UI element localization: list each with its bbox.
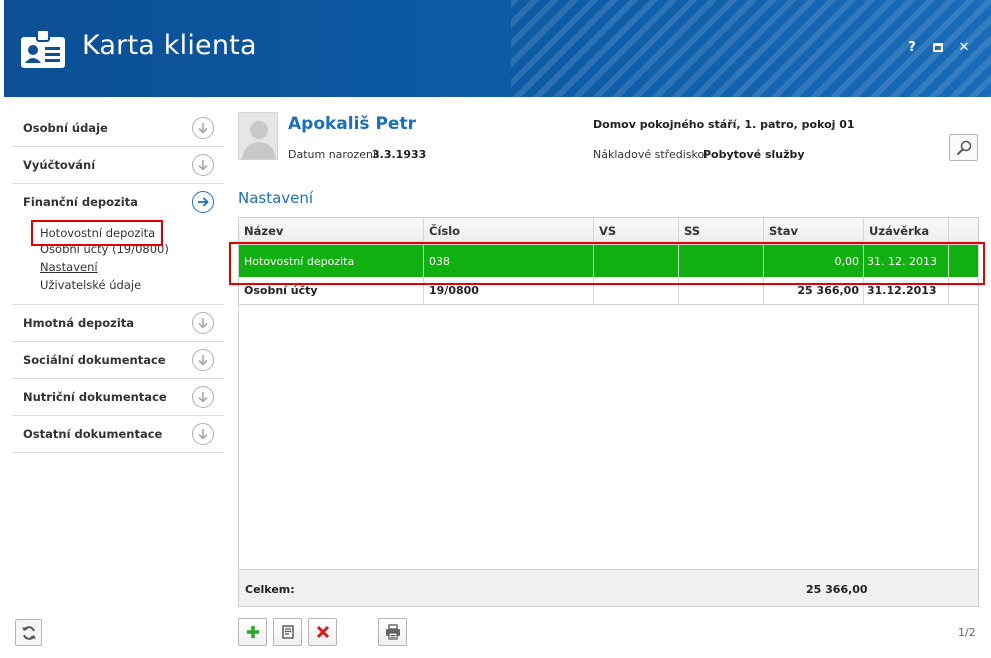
sidebar-item-label: Hmotná depozita	[23, 316, 135, 330]
column-header-cislo[interactable]: Číslo	[424, 218, 594, 244]
search-button[interactable]	[949, 134, 978, 161]
sidebar-item-osobni-udaje[interactable]: Osobní údaje	[12, 110, 224, 146]
sub-item-hotovostni-depozita[interactable]: Hotovostní depozita	[31, 220, 164, 246]
delete-x-icon	[316, 625, 329, 639]
sidebar-section-ostatni-dokumentace: Ostatní dokumentace	[12, 416, 224, 453]
table-footer: Celkem: 25 366,00	[239, 569, 978, 606]
maximize-icon	[933, 43, 943, 52]
sidebar-section-socialni-dokumentace: Sociální dokumentace	[12, 342, 224, 379]
cell-uzaverka: 31. 12. 2013	[864, 245, 949, 277]
sidebar-item-label: Ostatní dokumentace	[23, 427, 163, 441]
column-header-empty	[949, 218, 978, 244]
cost-center-value: Pobytové služby	[703, 148, 805, 161]
column-header-stav[interactable]: Stav	[764, 218, 864, 244]
cell-stav: 25 366,00	[764, 277, 864, 304]
search-icon	[956, 140, 971, 155]
client-name: Apokališ Petr	[288, 114, 416, 134]
table-row[interactable]: Osobní účty 19/0800 25 366,00 31.12.2013	[239, 277, 978, 305]
cell-cislo: 19/0800	[424, 277, 594, 304]
plus-icon	[246, 626, 259, 638]
expand-down-icon[interactable]	[192, 349, 214, 371]
sidebar-item-label: Finanční depozita	[23, 195, 138, 209]
sidebar-item-label: Vyúčtování	[23, 158, 96, 172]
sidebar-section-financni-depozita: Finanční depozita Hotovostní depozita Os…	[12, 184, 224, 305]
expand-down-icon[interactable]	[192, 423, 214, 445]
sidebar-item-ostatni-dokumentace[interactable]: Ostatní dokumentace	[12, 416, 224, 452]
sidebar-item-nutricni-dokumentace[interactable]: Nutriční dokumentace	[12, 379, 224, 415]
column-header-uzaverka[interactable]: Uzávěrka	[864, 218, 949, 244]
client-address: Domov pokojného stáří, 1. patro, pokoj 0…	[593, 118, 855, 131]
table-row[interactable]: Hotovostní depozita 038 0,00 31. 12. 201…	[239, 245, 978, 277]
sidebar-section-hmotna-depozita: Hmotná depozita	[12, 305, 224, 342]
expand-down-icon[interactable]	[192, 312, 214, 334]
sidebar-item-label: Osobní údaje	[23, 121, 108, 135]
person-silhouette-icon	[242, 121, 276, 159]
cell-nazev: Osobní účty	[239, 277, 424, 304]
add-button[interactable]	[238, 618, 267, 646]
cell-cislo: 038	[424, 245, 594, 277]
column-header-nazev[interactable]: Název	[239, 218, 424, 244]
id-card-icon	[21, 29, 65, 68]
refresh-button[interactable]	[15, 619, 42, 646]
maximize-button[interactable]	[931, 40, 945, 56]
column-header-ss[interactable]: SS	[679, 218, 764, 244]
page-indicator: 1/2	[958, 626, 976, 639]
expand-down-icon[interactable]	[192, 154, 214, 176]
close-button[interactable]: ✕	[957, 40, 971, 56]
cell-ss	[679, 277, 764, 304]
printer-icon	[385, 624, 400, 640]
edit-button[interactable]	[273, 618, 302, 646]
cell-nazev: Hotovostní depozita	[239, 245, 424, 277]
expand-down-icon[interactable]	[192, 117, 214, 139]
delete-button[interactable]	[308, 618, 337, 646]
total-value: 25 366,00	[806, 583, 868, 596]
sidebar-item-label: Nutriční dokumentace	[23, 390, 167, 404]
cell-empty	[949, 245, 978, 277]
table-header: Název Číslo VS SS Stav Uzávěrka	[239, 218, 978, 245]
sidebar-item-label: Sociální dokumentace	[23, 353, 166, 367]
sidebar-item-vyuctovani[interactable]: Vyúčtování	[12, 147, 224, 183]
cell-empty	[949, 277, 978, 304]
column-header-vs[interactable]: VS	[594, 218, 679, 244]
sidebar-item-socialni-dokumentace[interactable]: Sociální dokumentace	[12, 342, 224, 378]
sidebar-item-hmotna-depozita[interactable]: Hmotná depozita	[12, 305, 224, 341]
cell-ss	[679, 245, 764, 277]
window-header: Karta klienta ? ✕	[4, 0, 991, 97]
avatar	[238, 112, 278, 160]
help-button[interactable]: ?	[905, 40, 919, 56]
page-title: Nastavení	[238, 189, 314, 207]
print-button[interactable]	[378, 618, 407, 646]
window-title: Karta klienta	[82, 30, 257, 61]
sidebar-section-osobni-udaje: Osobní údaje	[12, 110, 224, 147]
cell-stav: 0,00	[764, 245, 864, 277]
cell-vs	[594, 245, 679, 277]
expand-down-icon[interactable]	[192, 386, 214, 408]
sub-item-uzivatelske-udaje[interactable]: Uživatelské údaje	[40, 276, 224, 294]
sidebar-item-financni-depozita[interactable]: Finanční depozita	[12, 184, 224, 220]
deposits-table: Název Číslo VS SS Stav Uzávěrka Hotovost…	[238, 217, 979, 607]
dob-label: Datum narození:	[288, 148, 380, 161]
sidebar-section-vyuctovani: Vyúčtování	[12, 147, 224, 184]
total-label: Celkem:	[245, 583, 295, 596]
dob-value: 3.3.1933	[372, 148, 427, 161]
arrow-right-icon[interactable]	[192, 191, 214, 213]
sidebar-section-nutricni-dokumentace: Nutriční dokumentace	[12, 379, 224, 416]
cell-vs	[594, 277, 679, 304]
edit-document-icon	[281, 625, 294, 639]
refresh-icon	[21, 625, 36, 640]
sidebar: Osobní údaje Vyúčtování Finanční depozit…	[12, 110, 224, 453]
sub-item-nastaveni[interactable]: Nastavení	[40, 258, 224, 276]
cell-uzaverka: 31.12.2013	[864, 277, 949, 304]
cost-center-label: Nákladové středisko:	[593, 148, 708, 161]
